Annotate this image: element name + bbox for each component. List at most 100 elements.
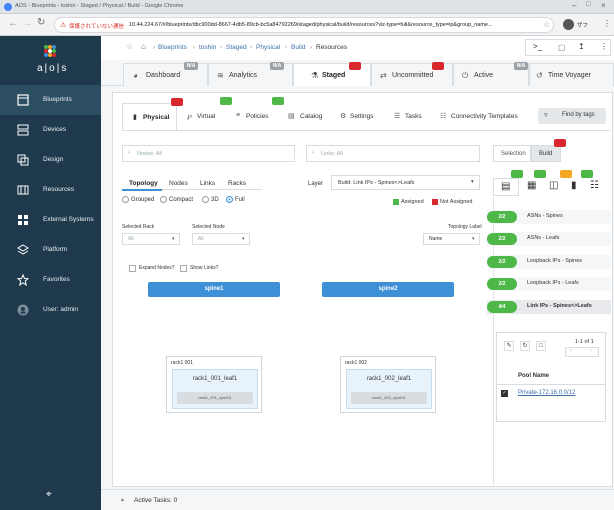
sidebar-item-design[interactable]: Design — [0, 145, 101, 175]
tab-dashboard[interactable]: ◕ Dashboard N/A — [123, 62, 208, 86]
tab-analytics[interactable]: ≋ Analytics N/A — [208, 62, 293, 86]
flask-icon: ⚗ — [311, 71, 319, 80]
radio-3d[interactable]: 3D — [202, 196, 219, 203]
pool-checkbox[interactable]: ✓ — [501, 390, 508, 397]
forward-icon[interactable]: → — [22, 18, 32, 29]
profile-icon[interactable] — [563, 19, 574, 30]
asn-icon[interactable]: ▦ — [527, 180, 536, 191]
more-icon[interactable]: ⋮ — [600, 42, 608, 51]
layer-value: Build: Link IPs - Spines<>Leafs — [338, 180, 415, 186]
rack-container[interactable]: rack1 001 rack1_001_leaf1 rack1_001_sys0… — [166, 356, 262, 413]
show-links-checkbox[interactable] — [180, 265, 187, 272]
prev-page-icon[interactable]: ‹ — [570, 348, 572, 354]
breadcrumb-build[interactable]: Build — [291, 44, 305, 51]
na-badge: N/A — [514, 62, 528, 70]
tab-time-voyager[interactable]: ↺ Time Voyager — [529, 63, 614, 86]
star-icon[interactable]: ☆ — [126, 42, 133, 51]
links-filter[interactable]: › Links: All — [306, 145, 480, 162]
tab-selection[interactable]: Selection — [493, 145, 531, 162]
spine-node[interactable]: spine2 — [322, 282, 454, 297]
next-page-icon[interactable]: › — [590, 348, 592, 354]
leaf-node[interactable]: rack1_002_leaf1 — [347, 376, 431, 382]
sub-tabs: ▮ Physical ℘ Virtual ≡ Policies ▤ Catalo… — [122, 97, 610, 131]
chevron-up-icon[interactable]: ▴ — [121, 496, 124, 503]
sidebar-item-external-systems[interactable]: External Systems — [0, 205, 101, 235]
resource-row-selected[interactable]: 4/4 Link IPs - Spines<>Leafs — [487, 300, 611, 314]
tab-racks[interactable]: Racks — [228, 180, 246, 187]
tab-virtual[interactable]: Virtual — [197, 113, 215, 120]
tasks-icon: ☰ — [394, 113, 401, 120]
device-profile-icon[interactable]: ▮ — [571, 180, 577, 191]
edit-icon[interactable]: ✎ — [504, 341, 514, 351]
sidebar-item-favorites[interactable]: Favorites — [0, 265, 101, 295]
chrome-menu-icon[interactable]: ⋮ — [603, 19, 611, 28]
tab-staged[interactable]: ⚗ Staged — [293, 62, 371, 87]
breadcrumb-toshin[interactable]: toshin — [199, 44, 216, 51]
layer-select[interactable]: Build: Link IPs - Spines<>Leafs ▾ — [331, 175, 480, 190]
refresh-icon[interactable]: ↻ — [520, 341, 530, 351]
breadcrumb-blueprints[interactable]: Blueprints — [158, 44, 187, 51]
pool-link[interactable]: Private-172.16.0.0/12 — [518, 390, 575, 396]
expand-nodes-checkbox[interactable] — [129, 265, 136, 272]
tab-active[interactable]: ⏻ Active N/A — [453, 62, 529, 86]
home-icon[interactable]: ⌂ — [141, 42, 146, 51]
topology-icon[interactable]: ☷ — [590, 180, 599, 191]
tab-connectivity-templates[interactable]: Connectivity Templates — [451, 113, 518, 120]
reload-icon[interactable]: ↻ — [37, 17, 45, 28]
bookmark-star-icon[interactable]: ☆ — [543, 20, 550, 29]
resource-label: ASNs - Spines — [527, 213, 563, 219]
tab-build[interactable]: Build — [531, 139, 566, 162]
settings-icon: ⚙ — [340, 113, 347, 120]
resource-row[interactable]: 2/2 ASNs - Spines — [487, 210, 611, 224]
tab-policies[interactable]: Policies — [246, 113, 268, 120]
system-node[interactable]: rack1_002_sys001 — [351, 392, 427, 404]
lock-icon[interactable]: ▢ — [558, 43, 566, 52]
terminal-icon[interactable]: >_ — [533, 42, 542, 51]
list-view-button[interactable]: ▤ — [493, 178, 519, 196]
tab-catalog[interactable]: Catalog — [300, 113, 322, 120]
maximize-button[interactable]: □ — [586, 1, 590, 8]
sidebar-item-user[interactable]: User: admin — [0, 295, 101, 325]
tab-uncommitted[interactable]: ⇄ Uncommitted — [371, 62, 453, 86]
profile-label: ザフ — [577, 23, 589, 29]
collapse-sidebar-icon[interactable]: ⌖ — [46, 489, 52, 500]
rack-container[interactable]: rack1 002 rack1_002_leaf1 rack1_002_sys0… — [340, 356, 436, 413]
topology-label-select[interactable]: Name ▾ — [423, 233, 480, 245]
sidebar-item-blueprints[interactable]: Blueprints — [0, 85, 101, 115]
tab-physical[interactable]: ▮ Physical — [122, 98, 183, 131]
view-mode-radios: Grouped Compact 3D Full — [122, 196, 262, 206]
selected-node-select[interactable]: All ▾ — [192, 233, 250, 245]
radio-compact[interactable]: Compact — [160, 196, 193, 203]
active-tasks-label[interactable]: Active Tasks: 0 — [134, 497, 177, 504]
tab-topology[interactable]: Topology — [129, 180, 158, 187]
close-button[interactable]: × — [601, 1, 606, 10]
radio-full[interactable]: Full — [226, 196, 245, 203]
minimize-button[interactable]: – — [572, 1, 576, 10]
resource-row[interactable]: 2/2 Loopback IPs - Leafs — [487, 277, 611, 291]
copy-icon[interactable]: □ — [536, 341, 546, 351]
upload-icon[interactable]: ↥ — [578, 42, 585, 51]
find-by-tags-button[interactable]: ▿ Find by tags — [538, 108, 606, 124]
spine-node[interactable]: spine1 — [148, 282, 280, 297]
tab-nodes[interactable]: Nodes — [169, 180, 188, 187]
resource-row[interactable]: 2/2 Loopback IPs - Spines — [487, 255, 611, 269]
toolbar-actions: >_ ▢ ↥ ⋮ — [525, 39, 611, 56]
vni-icon[interactable]: ◫ — [549, 180, 558, 191]
system-node[interactable]: rack1_001_sys001 — [177, 392, 253, 404]
nodes-filter[interactable]: › Nodes: All — [122, 145, 295, 162]
tab-links[interactable]: Links — [200, 180, 215, 187]
tab-settings[interactable]: Settings — [350, 113, 374, 120]
breadcrumb-physical[interactable]: Physical — [256, 44, 280, 51]
selected-rack-select[interactable]: All ▾ — [122, 233, 180, 245]
url-box[interactable]: ⚠ 保護されていない通信 10.44.224.67/#/blueprints/d… — [54, 17, 554, 33]
radio-grouped[interactable]: Grouped — [122, 196, 154, 203]
warning-badge-icon — [349, 62, 361, 70]
sidebar-item-resources[interactable]: Resources — [0, 175, 101, 205]
leaf-node[interactable]: rack1_001_leaf1 — [173, 376, 257, 382]
sidebar-item-devices[interactable]: Devices — [0, 115, 101, 145]
breadcrumb-staged[interactable]: Staged — [226, 44, 247, 51]
tab-tasks[interactable]: Tasks — [405, 113, 422, 120]
back-icon[interactable]: ← — [8, 18, 18, 29]
resource-row[interactable]: 2/2 ASNs - Leafs — [487, 232, 611, 246]
sidebar-item-platform[interactable]: Platform — [0, 235, 101, 265]
